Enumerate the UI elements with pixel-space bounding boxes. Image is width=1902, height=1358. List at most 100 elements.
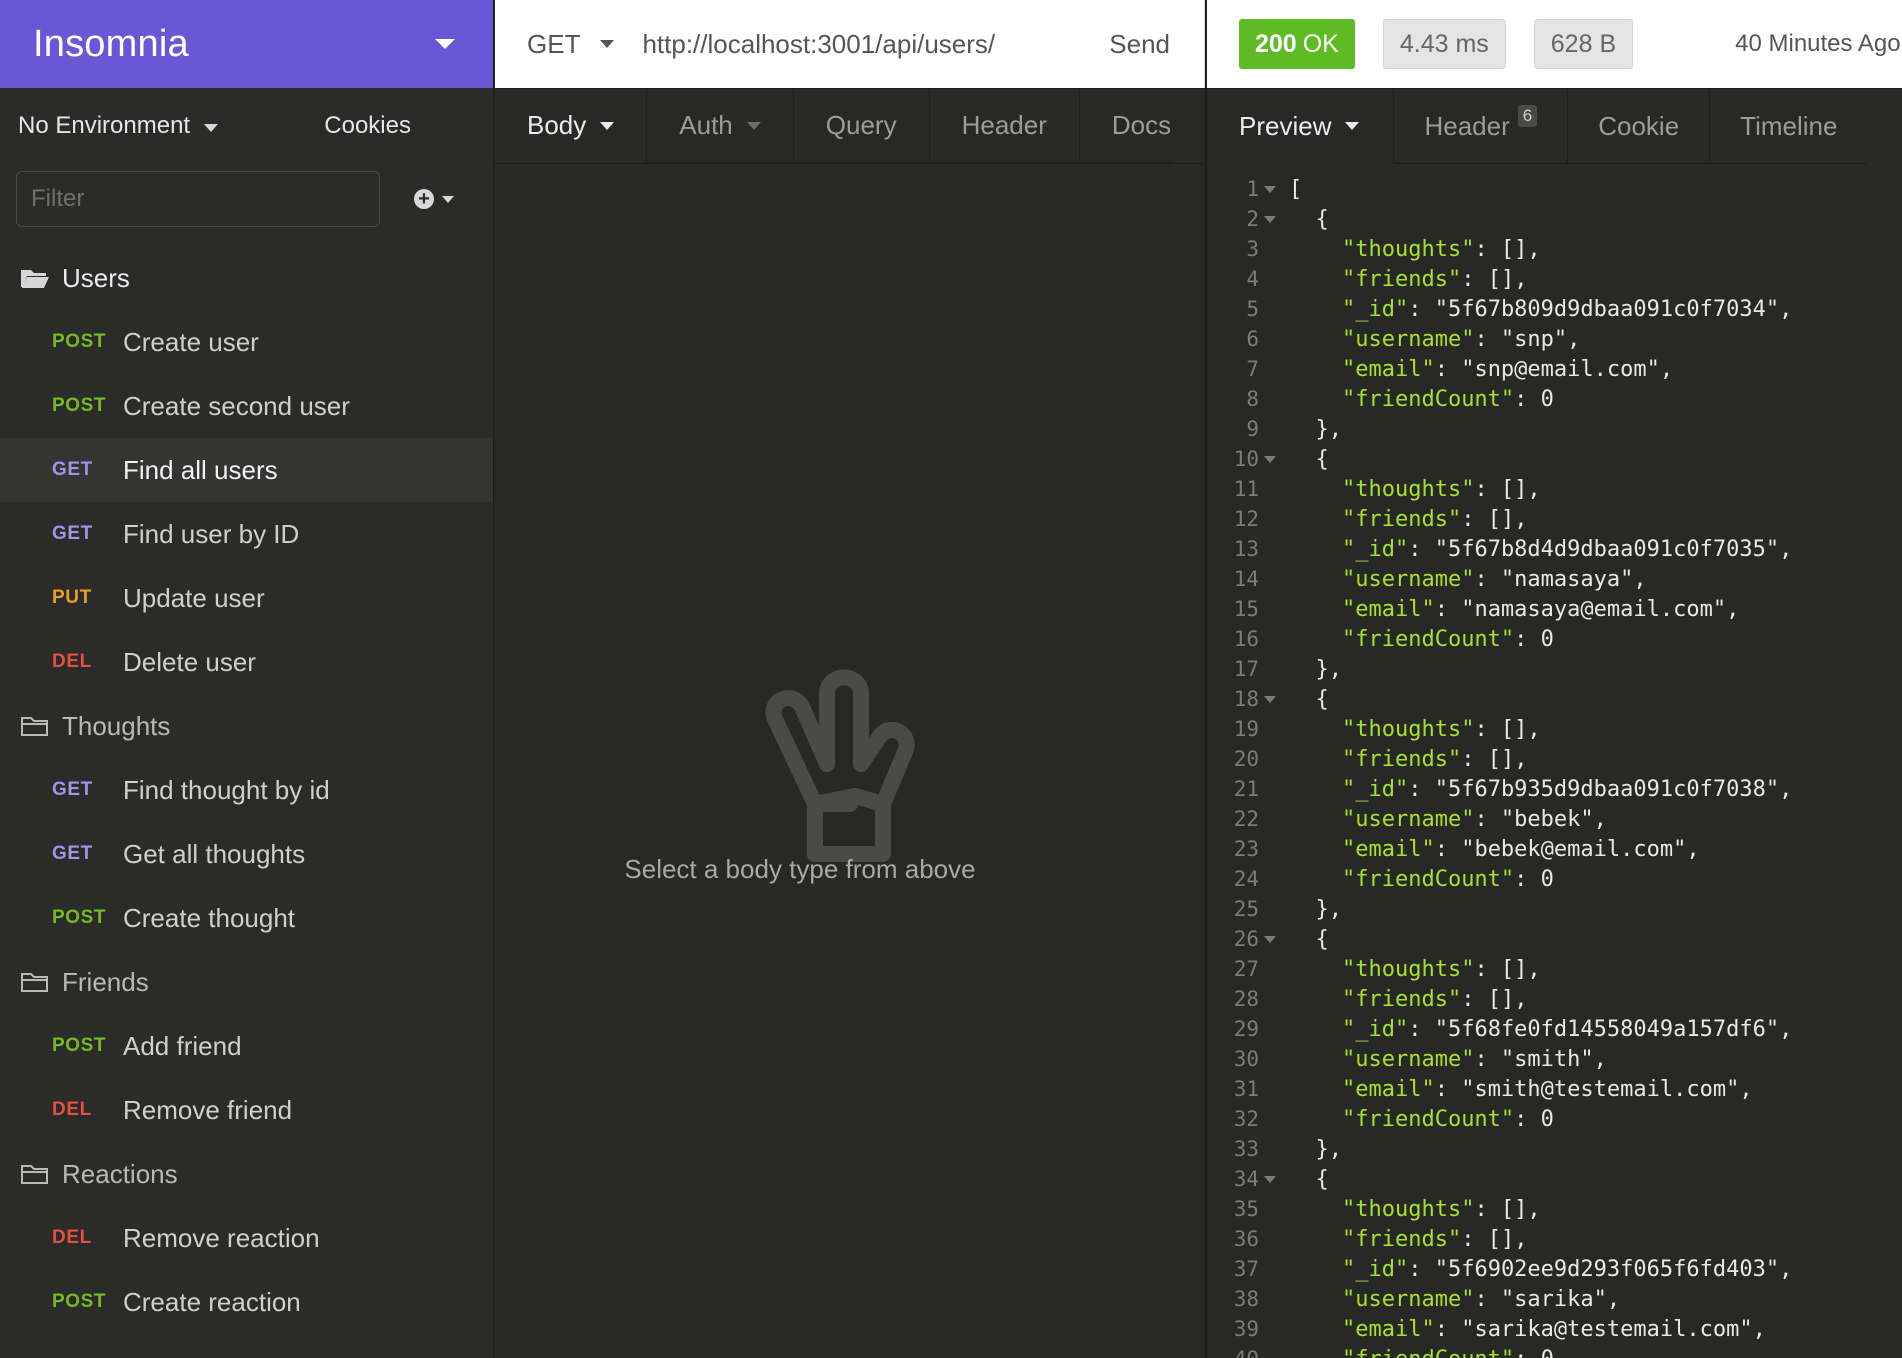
size-badge: 628 B	[1533, 19, 1634, 69]
tab-response-header[interactable]: Header 6	[1394, 89, 1569, 164]
tab-query-label: Query	[825, 110, 897, 140]
request-item[interactable]: POST Create second user	[0, 374, 493, 438]
code-line: 35 "thoughts": [],	[1207, 1194, 1902, 1224]
code-line: 7 "email": "snp@email.com",	[1207, 354, 1902, 384]
request-name: Create thought	[123, 902, 296, 933]
code-text: "friendCount": 0	[1281, 1347, 1554, 1358]
code-line: 15 "email": "namasaya@email.com",	[1207, 594, 1902, 624]
tab-preview[interactable]: Preview	[1207, 89, 1395, 164]
code-line: 9 },	[1207, 414, 1902, 444]
request-tree: Users POST Create user POST Create second us…	[0, 246, 493, 1334]
method-badge: GET	[52, 459, 93, 480]
line-number: 14	[1233, 567, 1259, 591]
response-time-ago[interactable]: 40 Minutes Ago	[1735, 30, 1900, 58]
code-text: "friendCount": 0	[1341, 626, 1554, 652]
response-json-viewer[interactable]: 1[2 {3 "thoughts": [], 4 "friends": [], 5 …	[1207, 164, 1902, 1358]
method-label: GET	[527, 28, 581, 59]
fold-toggle[interactable]	[1259, 215, 1281, 223]
folder-users[interactable]: Users	[0, 246, 493, 310]
request-name: Find thought by id	[123, 774, 330, 805]
method-badge: GET	[52, 779, 93, 800]
code-line: 14 "username": "namasaya",	[1207, 564, 1902, 594]
cookies-button[interactable]: Cookies	[324, 112, 411, 140]
filter-input[interactable]	[16, 171, 380, 227]
request-name: Update user	[123, 582, 265, 613]
line-number: 5	[1246, 297, 1259, 321]
add-request-button[interactable]: +	[414, 189, 454, 209]
code-text: "username": "bebek",	[1341, 806, 1607, 832]
sidebar: Insomnia No Environment Cookies + Users P…	[0, 0, 494, 1358]
fold-toggle[interactable]	[1259, 1175, 1281, 1183]
code-text: "username": "sarika",	[1341, 1286, 1621, 1312]
code-text: "friends": [],	[1341, 1226, 1528, 1252]
tab-timeline-label: Timeline	[1740, 110, 1838, 141]
request-item[interactable]: POST Create user	[0, 310, 493, 374]
insomnia-app: Insomnia No Environment Cookies + Users P…	[0, 0, 1902, 1358]
request-item[interactable]: GET Get all thoughts	[0, 822, 493, 886]
request-item[interactable]: GET Find user by ID	[0, 502, 493, 566]
request-item[interactable]: POST Create thought	[0, 886, 493, 950]
code-line: 27 "thoughts": [],	[1207, 954, 1902, 984]
line-number: 24	[1233, 867, 1259, 891]
workspace-title: Insomnia	[33, 22, 189, 65]
tab-timeline[interactable]: Timeline	[1710, 89, 1868, 164]
request-item[interactable]: PUT Update user	[0, 566, 493, 630]
request-item[interactable]: DEL Remove friend	[0, 1078, 493, 1142]
workspace-menu[interactable]: Insomnia	[0, 0, 493, 88]
fold-toggle[interactable]	[1259, 695, 1281, 703]
code-text: "email": "bebek@email.com",	[1341, 836, 1700, 862]
request-name: Delete user	[123, 646, 256, 677]
code-text: "friends": [],	[1341, 746, 1528, 772]
url-input[interactable]: http://localhost:3001/api/users/	[642, 29, 1109, 60]
tab-cookie[interactable]: Cookie	[1568, 89, 1711, 164]
tab-query[interactable]: Query	[793, 89, 930, 163]
send-button[interactable]: Send	[1109, 29, 1170, 60]
line-number: 26	[1233, 927, 1259, 951]
tab-docs[interactable]: Docs	[1079, 89, 1172, 163]
request-item[interactable]: DEL Remove reaction	[0, 1206, 493, 1270]
request-item[interactable]: POST Create reaction	[0, 1270, 493, 1334]
fold-toggle[interactable]	[1259, 185, 1281, 193]
method-badge: DEL	[52, 651, 92, 672]
method-badge: DEL	[52, 1099, 92, 1120]
code-line: 24 "friendCount": 0	[1207, 864, 1902, 894]
environment-select[interactable]: No Environment	[18, 112, 219, 140]
code-line: 37 "_id": "5f6902ee9d293f065f6fd403",	[1207, 1254, 1902, 1284]
folder-thoughts[interactable]: Thoughts	[0, 694, 493, 758]
request-name: Find user by ID	[123, 518, 300, 549]
code-text: "email": "smith@testemail.com",	[1341, 1076, 1753, 1102]
line-number: 36	[1233, 1227, 1259, 1251]
request-item[interactable]: GET Find thought by id	[0, 758, 493, 822]
folder-label: Friends	[62, 966, 149, 997]
tab-body[interactable]: Body	[495, 89, 648, 163]
folder-reactions[interactable]: Reactions	[0, 1142, 493, 1206]
folder-label: Thoughts	[62, 710, 171, 741]
fold-toggle[interactable]	[1259, 455, 1281, 463]
code-line: 33 },	[1207, 1134, 1902, 1164]
request-item[interactable]: POST Add friend	[0, 1014, 493, 1078]
method-select[interactable]: GET	[527, 28, 615, 60]
code-line: 28 "friends": [],	[1207, 984, 1902, 1014]
tab-header[interactable]: Header	[929, 89, 1080, 163]
request-item[interactable]: GET Find all users	[0, 438, 493, 502]
code-text: {	[1289, 446, 1329, 472]
tab-auth[interactable]: Auth	[647, 89, 794, 163]
method-badge: POST	[52, 331, 107, 352]
fold-toggle[interactable]	[1259, 935, 1281, 943]
url-bar: GET http://localhost:3001/api/users/ Sen…	[495, 0, 1205, 88]
line-number: 39	[1233, 1317, 1259, 1341]
method-badge: POST	[52, 1035, 107, 1056]
request-name: Create user	[123, 326, 259, 357]
code-text: "friendCount": 0	[1341, 1106, 1554, 1132]
line-number: 11	[1233, 477, 1259, 501]
tab-docs-label: Docs	[1111, 110, 1172, 140]
folder-icon	[20, 970, 50, 994]
code-line: 20 "friends": [],	[1207, 744, 1902, 774]
code-line: 36 "friends": [],	[1207, 1224, 1902, 1254]
line-number: 32	[1233, 1107, 1259, 1131]
filter-row: +	[0, 166, 493, 232]
time-badge: 4.43 ms	[1382, 19, 1506, 69]
request-item[interactable]: DEL Delete user	[0, 630, 493, 694]
folder-friends[interactable]: Friends	[0, 950, 493, 1014]
environment-row: No Environment Cookies	[0, 88, 493, 164]
